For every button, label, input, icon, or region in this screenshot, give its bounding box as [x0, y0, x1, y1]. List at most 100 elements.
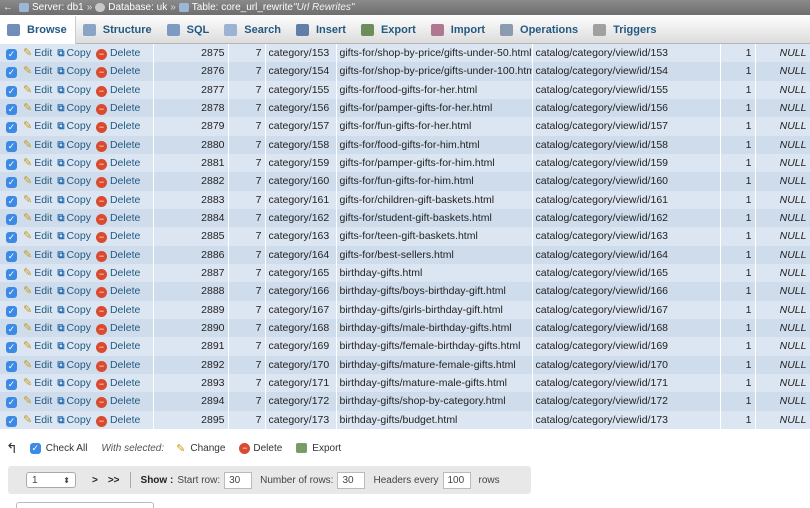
delete-label[interactable]: Delete: [110, 304, 140, 316]
breadcrumb-table[interactable]: Table: core_url_rewrite: [192, 2, 293, 13]
delete-link[interactable]: − Delete: [95, 175, 140, 189]
copy-label[interactable]: Copy: [66, 84, 91, 96]
copy-link[interactable]: ⧉ Copy: [57, 84, 91, 96]
copy-link[interactable]: ⧉ Copy: [57, 139, 91, 151]
edit-label[interactable]: Edit: [34, 102, 52, 114]
cell-is-system[interactable]: 1: [720, 263, 756, 283]
cell-url-rewrite-id[interactable]: 2888: [153, 282, 229, 301]
copy-label[interactable]: Copy: [66, 65, 91, 77]
cell-target-path[interactable]: catalog/category/view/id/164: [532, 245, 721, 264]
cell-target-path[interactable]: catalog/category/view/id/172: [532, 392, 721, 411]
tab-label[interactable]: Operations: [520, 24, 578, 36]
edit-link[interactable]: ✎ Edit: [23, 395, 52, 407]
delete-label[interactable]: Delete: [110, 230, 140, 242]
cell-request-path[interactable]: birthday-gifts.html: [336, 263, 533, 283]
cell-options[interactable]: NULL: [755, 98, 810, 118]
delete-link[interactable]: − Delete: [95, 47, 140, 61]
row-checkbox[interactable]: ✓: [6, 360, 17, 372]
cell-target-path[interactable]: catalog/category/view/id/160: [532, 172, 721, 191]
cell-store-id[interactable]: 7: [228, 227, 266, 246]
cell-id-path[interactable]: category/156: [265, 98, 337, 118]
copy-link[interactable]: ⧉ Copy: [57, 102, 91, 114]
cell-target-path[interactable]: catalog/category/view/id/154: [532, 62, 721, 81]
edit-link[interactable]: ✎ Edit: [23, 249, 52, 261]
show-button[interactable]: Show :: [141, 475, 174, 486]
cell-id-path[interactable]: category/166: [265, 282, 337, 301]
copy-label[interactable]: Copy: [66, 414, 91, 426]
cell-store-id[interactable]: 7: [228, 245, 266, 264]
cell-store-id[interactable]: 7: [228, 44, 266, 63]
cell-url-rewrite-id[interactable]: 2878: [153, 98, 229, 118]
copy-link[interactable]: ⧉ Copy: [57, 395, 91, 407]
cell-request-path[interactable]: gifts-for/children-gift-baskets.html: [336, 190, 533, 209]
change-button[interactable]: ✎ Change: [176, 442, 225, 455]
delete-label[interactable]: Delete: [110, 267, 140, 279]
edit-link[interactable]: ✎ Edit: [23, 65, 52, 77]
cell-is-system[interactable]: 1: [720, 227, 756, 246]
cell-is-system[interactable]: 1: [720, 392, 756, 411]
copy-link[interactable]: ⧉ Copy: [57, 304, 91, 316]
cell-store-id[interactable]: 7: [228, 318, 266, 338]
edit-link[interactable]: ✎ Edit: [23, 304, 52, 316]
cell-is-system[interactable]: 1: [720, 117, 756, 136]
delete-link[interactable]: − Delete: [95, 230, 140, 244]
cell-options[interactable]: NULL: [755, 245, 810, 264]
delete-label[interactable]: Delete: [110, 212, 140, 224]
check-all-label[interactable]: Check All: [46, 443, 88, 454]
cell-store-id[interactable]: 7: [228, 337, 266, 356]
tab-label[interactable]: Structure: [103, 24, 152, 36]
export-label[interactable]: Export: [312, 443, 341, 454]
check-all[interactable]: ✓ Check All: [29, 442, 88, 454]
cell-url-rewrite-id[interactable]: 2894: [153, 392, 229, 411]
cell-options[interactable]: NULL: [755, 190, 810, 209]
start-row-input[interactable]: 30: [224, 471, 253, 489]
edit-link[interactable]: ✎ Edit: [23, 139, 52, 151]
cell-options[interactable]: NULL: [755, 172, 810, 191]
cell-id-path[interactable]: category/154: [265, 62, 337, 81]
edit-link[interactable]: ✎ Edit: [23, 359, 52, 371]
cell-options[interactable]: NULL: [755, 300, 810, 319]
cell-url-rewrite-id[interactable]: 2891: [153, 337, 229, 356]
copy-label[interactable]: Copy: [66, 377, 91, 389]
cell-is-system[interactable]: 1: [720, 300, 756, 319]
cell-is-system[interactable]: 1: [720, 355, 756, 374]
edit-link[interactable]: ✎ Edit: [23, 267, 52, 279]
cell-request-path[interactable]: gifts-for/best-sellers.html: [336, 245, 533, 264]
cell-request-path[interactable]: birthday-gifts/girls-birthday-gift.html: [336, 300, 533, 319]
delete-link[interactable]: − Delete: [95, 322, 140, 336]
delete-link[interactable]: − Delete: [95, 414, 140, 427]
cell-target-path[interactable]: catalog/category/view/id/168: [532, 318, 721, 338]
cell-request-path[interactable]: birthday-gifts/shop-by-category.html: [336, 392, 533, 411]
cell-options[interactable]: NULL: [755, 44, 810, 63]
cell-url-rewrite-id[interactable]: 2893: [153, 373, 229, 393]
cell-is-system[interactable]: 1: [720, 80, 756, 99]
edit-link[interactable]: ✎ Edit: [23, 84, 52, 96]
cell-url-rewrite-id[interactable]: 2877: [153, 80, 229, 99]
edit-link[interactable]: ✎ Edit: [23, 377, 52, 389]
cell-target-path[interactable]: catalog/category/view/id/173: [532, 410, 721, 429]
cell-options[interactable]: NULL: [755, 208, 810, 228]
delete-link[interactable]: − Delete: [95, 194, 140, 207]
cell-url-rewrite-id[interactable]: 2881: [153, 153, 229, 173]
tab-label[interactable]: Import: [451, 24, 485, 36]
cell-options[interactable]: NULL: [755, 337, 810, 356]
cell-target-path[interactable]: catalog/category/view/id/169: [532, 337, 721, 356]
cell-store-id[interactable]: 7: [228, 373, 266, 393]
cell-target-path[interactable]: catalog/category/view/id/162: [532, 208, 721, 228]
row-checkbox[interactable]: ✓: [6, 85, 17, 97]
cell-url-rewrite-id[interactable]: 2876: [153, 62, 229, 81]
edit-link[interactable]: ✎ Edit: [23, 47, 52, 59]
cell-options[interactable]: NULL: [755, 282, 810, 301]
cell-is-system[interactable]: 1: [720, 318, 756, 338]
cell-request-path[interactable]: birthday-gifts/mature-male-gifts.html: [336, 373, 533, 393]
cell-target-path[interactable]: catalog/category/view/id/158: [532, 135, 721, 154]
tab-import[interactable]: Import: [424, 16, 493, 44]
delete-label[interactable]: Delete: [110, 414, 140, 426]
edit-link[interactable]: ✎ Edit: [23, 285, 52, 297]
delete-label[interactable]: Delete: [110, 47, 140, 59]
cell-options[interactable]: NULL: [755, 263, 810, 283]
tab-sql[interactable]: SQL: [160, 16, 218, 44]
delete-link[interactable]: − Delete: [95, 139, 140, 152]
cell-url-rewrite-id[interactable]: 2895: [153, 410, 229, 429]
tab-label[interactable]: Browse: [27, 24, 67, 36]
